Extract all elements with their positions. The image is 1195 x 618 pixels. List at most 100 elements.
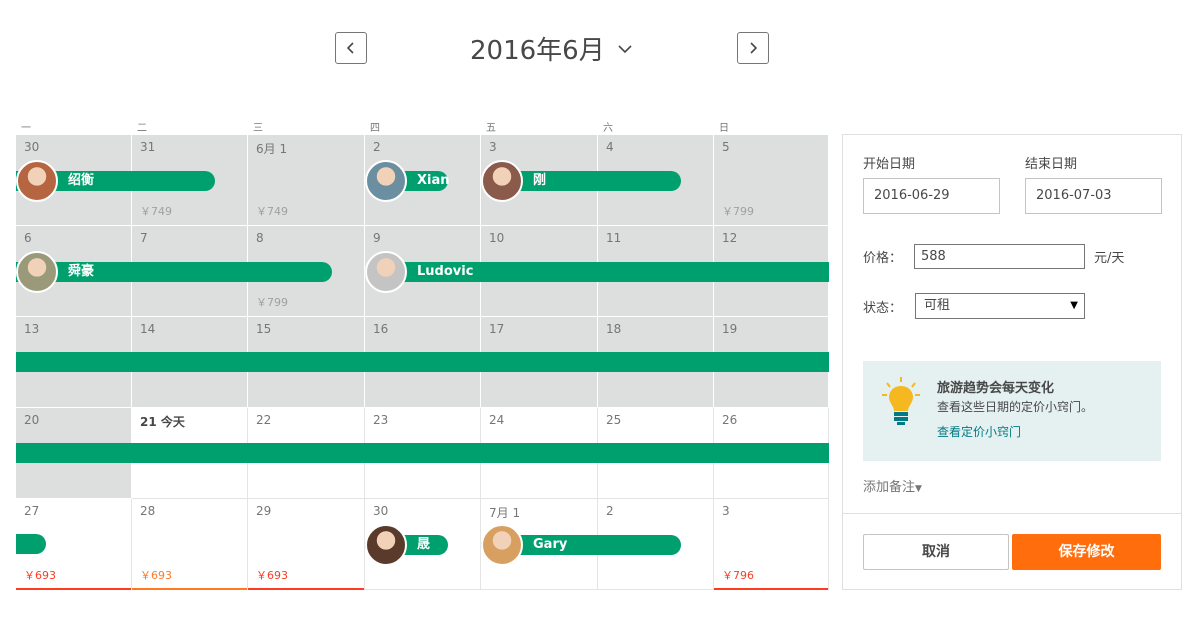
pricing-tips-link[interactable]: 查看定价小窍门: [937, 423, 1021, 440]
day-number: 30: [24, 140, 40, 154]
weekday-label: 日: [719, 123, 729, 134]
day-number: 15: [256, 322, 272, 336]
chevron-left-icon: [346, 42, 354, 54]
booking-bar[interactable]: 舜豪: [16, 251, 332, 293]
day-price: ￥799: [256, 296, 288, 309]
calendar-grid: 30 31 ￥749 6月 1 ￥749 2 3 4 5 ￥799 6 7 8 ￥799 9 10 11 12 13…: [16, 135, 829, 590]
booking-bar[interactable]: 晟: [365, 524, 448, 566]
day-number: 2: [373, 140, 381, 154]
price-underline: [132, 588, 247, 590]
price-unit: 元/天: [1094, 251, 1125, 266]
weekday-label: 五: [486, 123, 496, 134]
day-price: ￥693: [256, 569, 288, 582]
weekday-label: 四: [370, 123, 380, 134]
day-number: 7月 1: [489, 506, 521, 520]
day-price: ￥749: [140, 205, 172, 218]
status-value: 可租: [924, 298, 951, 313]
booking-bar[interactable]: [16, 443, 829, 463]
booking-bar[interactable]: [16, 534, 46, 554]
day-number: 23: [373, 413, 389, 427]
start-date-label: 开始日期: [863, 157, 916, 172]
save-button[interactable]: 保存修改: [1012, 534, 1161, 570]
status-label: 状态：: [863, 301, 903, 316]
weekday-label: 二: [137, 123, 147, 134]
day-number: 5: [722, 140, 730, 154]
month-title: 2016年6月: [470, 36, 605, 66]
guest-avatar[interactable]: [365, 251, 407, 293]
chevron-down-icon: [618, 44, 632, 53]
day-number: 31: [140, 140, 156, 154]
price-underline: [714, 588, 828, 590]
day-number: 30: [373, 504, 389, 518]
day-number: 20: [24, 413, 40, 427]
guest-avatar[interactable]: [16, 160, 58, 202]
day-number: 12: [722, 231, 738, 245]
month-selector[interactable]: 2016年6月: [470, 30, 633, 67]
guest-avatar[interactable]: [365, 524, 407, 566]
price-underline: [248, 588, 364, 590]
day-number: 8: [256, 231, 264, 245]
day-number: 25: [606, 413, 622, 427]
price-underline: [16, 588, 131, 590]
day-number: 7: [140, 231, 148, 245]
day-number: 4: [606, 140, 614, 154]
lightbulb-icon: [882, 377, 920, 425]
booking-bar[interactable]: 绍衡: [16, 160, 215, 202]
booking-bar[interactable]: [16, 352, 829, 372]
calendar-day-cell[interactable]: 6月 1 ￥749: [248, 135, 365, 226]
tip-title: 旅游趋势会每天变化: [937, 381, 1055, 396]
day-number: 11: [606, 231, 622, 245]
price-label: 价格：: [863, 251, 903, 266]
guest-avatar[interactable]: [481, 160, 523, 202]
day-number: 13: [24, 322, 40, 336]
day-number: 19: [722, 322, 738, 336]
day-price: ￥796: [722, 569, 754, 582]
day-number: 22: [256, 413, 272, 427]
guest-name: 晟: [417, 537, 431, 552]
day-number: 26: [722, 413, 738, 427]
caret-down-icon: ▼: [915, 484, 922, 494]
day-price: ￥799: [722, 205, 754, 218]
booking-bar[interactable]: Ludovic: [365, 251, 829, 293]
day-number: 24: [489, 413, 505, 427]
calendar-day-cell[interactable]: 5 ￥799: [714, 135, 829, 226]
guest-name: 刚: [533, 173, 547, 188]
today-label: 21 今天: [140, 415, 185, 429]
guest-avatar[interactable]: [365, 160, 407, 202]
booking-bar[interactable]: Gary: [481, 524, 681, 566]
day-price: ￥693: [140, 569, 172, 582]
chevron-right-icon: [750, 42, 758, 54]
start-date-field[interactable]: 2016-06-29: [863, 178, 1000, 214]
status-select[interactable]: 可租 ▼: [915, 293, 1085, 319]
guest-name: Gary: [533, 537, 568, 552]
guest-name: Xian: [417, 173, 450, 188]
day-price: ￥749: [256, 205, 288, 218]
day-number: 10: [489, 231, 505, 245]
day-number: 16: [373, 322, 389, 336]
day-number: 6: [24, 231, 32, 245]
tip-text: 查看这些日期的定价小窍门。: [937, 400, 1094, 414]
end-date-label: 结束日期: [1025, 157, 1078, 172]
day-number: 17: [489, 322, 505, 336]
day-number: 18: [606, 322, 622, 336]
guest-name: Ludovic: [417, 264, 474, 279]
day-number: 29: [256, 504, 272, 518]
guest-avatar[interactable]: [16, 251, 58, 293]
guest-avatar[interactable]: [481, 524, 523, 566]
booking-bar[interactable]: Xian: [365, 160, 450, 202]
panel-divider: [843, 513, 1181, 514]
next-month-button[interactable]: [737, 32, 769, 64]
calendar-day-cell[interactable]: 29 ￥693: [248, 499, 365, 590]
booking-bar[interactable]: 刚: [481, 160, 681, 202]
cancel-button[interactable]: 取消: [863, 534, 1009, 570]
end-date-field[interactable]: 2016-07-03: [1025, 178, 1162, 214]
edit-panel: 开始日期 结束日期 2016-06-29 2016-07-03 价格： 588 …: [842, 134, 1182, 590]
add-note-toggle[interactable]: 添加备注▼: [863, 476, 922, 495]
day-price: ￥693: [24, 569, 56, 582]
prev-month-button[interactable]: [335, 32, 367, 64]
calendar-day-cell[interactable]: 3 ￥796: [714, 499, 829, 590]
price-input[interactable]: 588: [914, 244, 1085, 269]
calendar-day-cell[interactable]: 28 ￥693: [132, 499, 248, 590]
weekday-label: 六: [603, 123, 613, 134]
pricing-tip-box: 旅游趋势会每天变化 查看这些日期的定价小窍门。 查看定价小窍门: [863, 361, 1161, 461]
